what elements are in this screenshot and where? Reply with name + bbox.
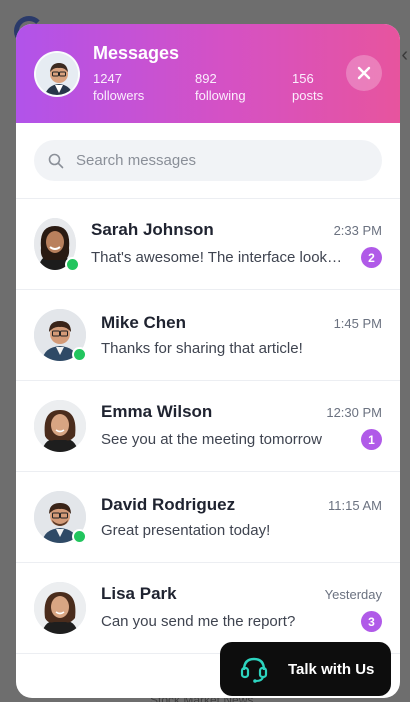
message-time: Yesterday (324, 587, 382, 602)
contact-name: Lisa Park (101, 584, 177, 603)
online-indicator (65, 257, 80, 272)
stat-followers-value: 1247 (93, 71, 122, 86)
header-title: Messages (93, 43, 180, 63)
message-time: 1:45 PM (333, 316, 382, 331)
contact-name: Mike Chen (101, 313, 187, 332)
headset-icon (240, 657, 268, 683)
contact-name: Emma Wilson (101, 402, 213, 421)
conversation-list: Sarah Johnson 2:33 PM That's awesome! Th… (16, 199, 400, 654)
user-avatar (34, 50, 80, 97)
close-button[interactable] (346, 55, 382, 91)
conversation-item-lisa-park[interactable]: Lisa Park Yesterday Can you send me the … (16, 563, 400, 654)
conversation-item-david-rodriguez[interactable]: David Rodriguez 11:15 AM Great presentat… (16, 472, 400, 563)
online-indicator (72, 347, 87, 362)
message-preview: Great presentation today! (101, 522, 271, 539)
profile-stats: 1247 followers 892 following 156 posts (93, 70, 323, 104)
search-bar[interactable] (34, 140, 382, 181)
avatar (34, 400, 86, 452)
stat-posts: 156 posts (292, 70, 323, 104)
message-preview: That's awesome! The interface looks amaz… (91, 249, 346, 266)
unread-badge: 1 (361, 429, 382, 450)
background-icon: ‹ (401, 44, 408, 66)
search-icon (48, 153, 64, 168)
contact-name: David Rodriguez (101, 495, 236, 514)
stat-posts-value: 156 (292, 71, 314, 86)
online-indicator (72, 529, 87, 544)
search-section (16, 123, 400, 199)
talk-with-us-button[interactable]: Talk with Us (220, 642, 391, 696)
search-input[interactable] (76, 152, 356, 169)
messages-modal: Messages 1247 followers 892 following 15… (16, 24, 400, 698)
unread-badge: 3 (361, 611, 382, 632)
conversation-item-emma-wilson[interactable]: Emma Wilson 12:30 PM See you at the meet… (16, 381, 400, 472)
stat-following-value: 892 (195, 71, 217, 86)
stat-posts-label: posts (292, 88, 324, 103)
message-time: 11:15 AM (328, 498, 382, 513)
talk-with-us-label: Talk with Us (288, 660, 375, 678)
conversation-item-sarah-johnson[interactable]: Sarah Johnson 2:33 PM That's awesome! Th… (16, 199, 400, 290)
unread-badge: 2 (361, 247, 382, 268)
messages-header: Messages 1247 followers 892 following 15… (16, 24, 400, 123)
message-preview: Can you send me the report? (101, 613, 296, 630)
message-time: 2:33 PM (333, 223, 382, 238)
message-time: 12:30 PM (326, 405, 382, 420)
stat-following: 892 following (195, 70, 292, 104)
conversation-item-mike-chen[interactable]: Mike Chen 1:45 PM Thanks for sharing tha… (16, 290, 400, 381)
stat-followers: 1247 followers (93, 70, 195, 104)
close-icon (357, 66, 371, 80)
contact-name: Sarah Johnson (91, 220, 214, 239)
message-preview: Thanks for sharing that article! (101, 340, 303, 357)
stat-following-label: following (195, 88, 246, 103)
message-preview: See you at the meeting tomorrow (101, 431, 322, 448)
avatar (34, 582, 86, 634)
stat-followers-label: followers (93, 88, 145, 103)
